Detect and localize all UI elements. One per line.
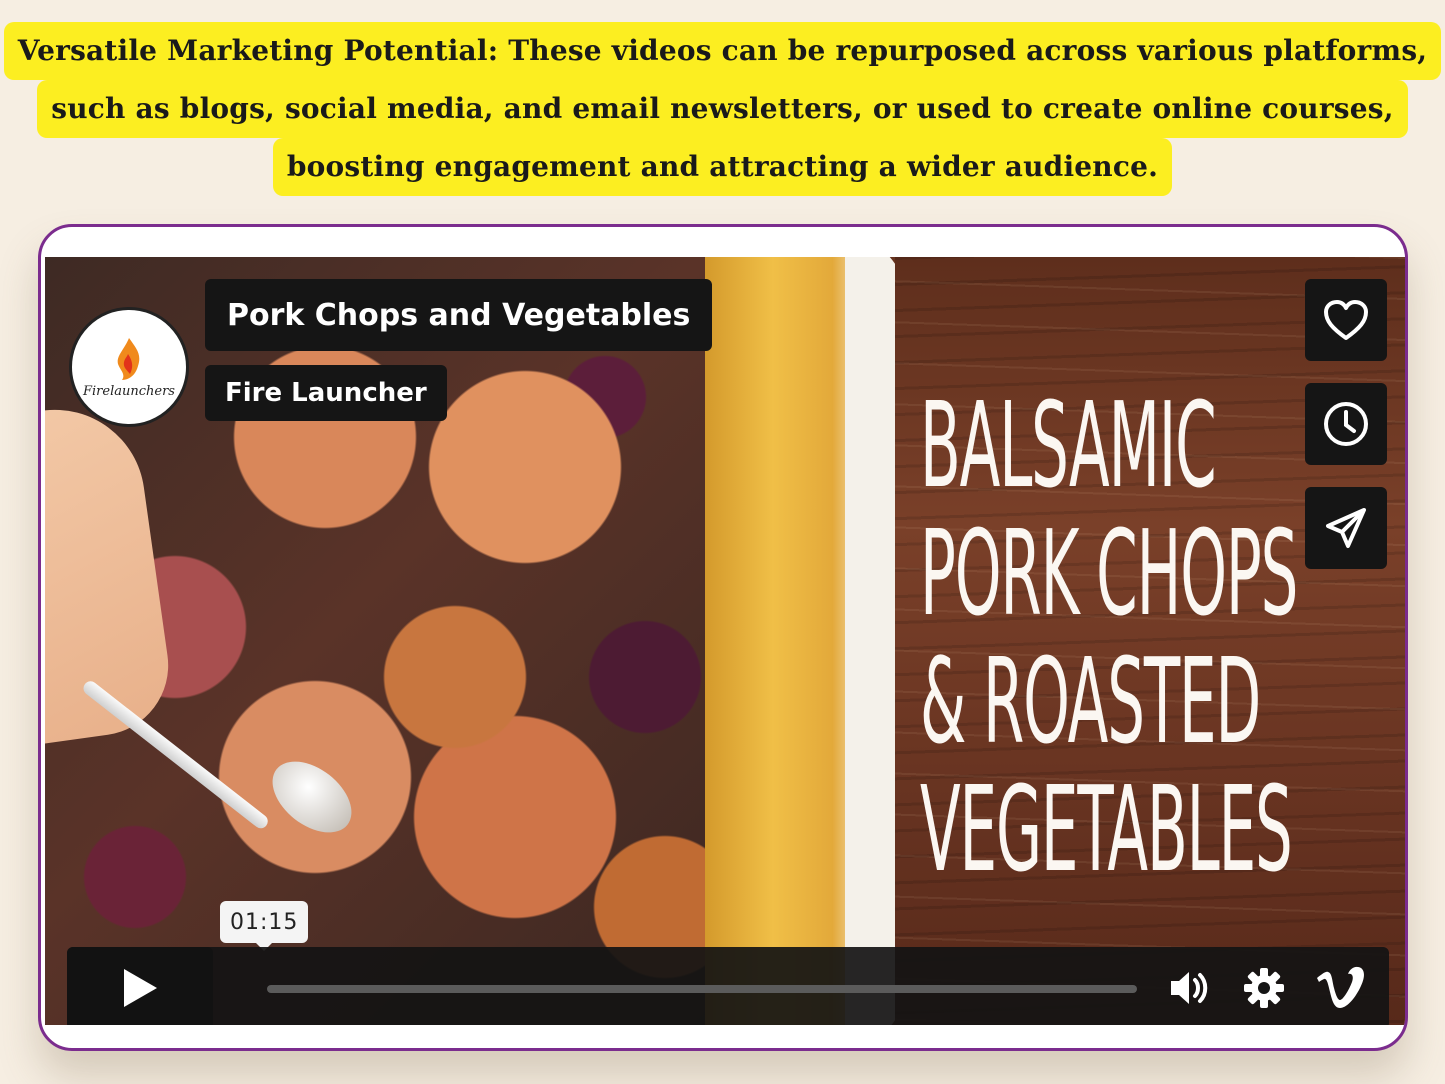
headline-caption: Versatile Marketing Potential: These vid… xyxy=(0,22,1445,196)
video-player-frame: BALSAMIC PORK CHOPS & ROASTED VEGETABLES… xyxy=(38,224,1408,1051)
volume-icon xyxy=(1171,972,1208,1004)
heart-icon xyxy=(1324,300,1368,340)
vimeo-link[interactable] xyxy=(1311,963,1371,1013)
video-player[interactable]: BALSAMIC PORK CHOPS & ROASTED VEGETABLES… xyxy=(45,257,1405,1025)
recipe-title-line-3: & ROASTED xyxy=(920,632,1261,770)
play-button[interactable] xyxy=(67,947,213,1025)
recipe-title-line-1: BALSAMIC xyxy=(920,376,1217,514)
settings-gear-icon xyxy=(1244,968,1284,1008)
recipe-title-line-2: PORK CHOPS xyxy=(920,504,1298,642)
play-icon xyxy=(124,969,157,1007)
paper-plane-icon xyxy=(1326,508,1366,548)
flame-icon xyxy=(117,337,140,380)
player-control-bar xyxy=(67,947,1389,1025)
logo-text: Firelaunchers xyxy=(83,383,175,399)
headline-line-1: Versatile Marketing Potential: These vid… xyxy=(3,22,1442,80)
video-author[interactable]: Fire Launcher xyxy=(205,365,447,421)
clock-icon xyxy=(1324,402,1368,446)
like-button[interactable] xyxy=(1305,279,1387,361)
headline-line-3: boosting engagement and attracting a wid… xyxy=(272,138,1173,196)
share-button[interactable] xyxy=(1305,487,1387,569)
headline-line-2: such as blogs, social media, and email n… xyxy=(37,80,1408,138)
time-tooltip: 01:15 xyxy=(220,901,309,951)
recipe-title-line-4: VEGETABLES xyxy=(920,760,1293,898)
video-title[interactable]: Pork Chops and Vegetables xyxy=(205,279,713,351)
progress-bar[interactable] xyxy=(267,985,1137,993)
channel-logo[interactable]: Firelaunchers xyxy=(69,307,189,427)
watch-later-button[interactable] xyxy=(1305,383,1387,465)
volume-button[interactable] xyxy=(1165,963,1215,1013)
thumbnail-recipe-title: BALSAMIC PORK CHOPS & ROASTED VEGETABLES xyxy=(920,376,1298,898)
settings-button[interactable] xyxy=(1239,963,1289,1013)
vimeo-logo-icon xyxy=(1317,966,1364,1008)
